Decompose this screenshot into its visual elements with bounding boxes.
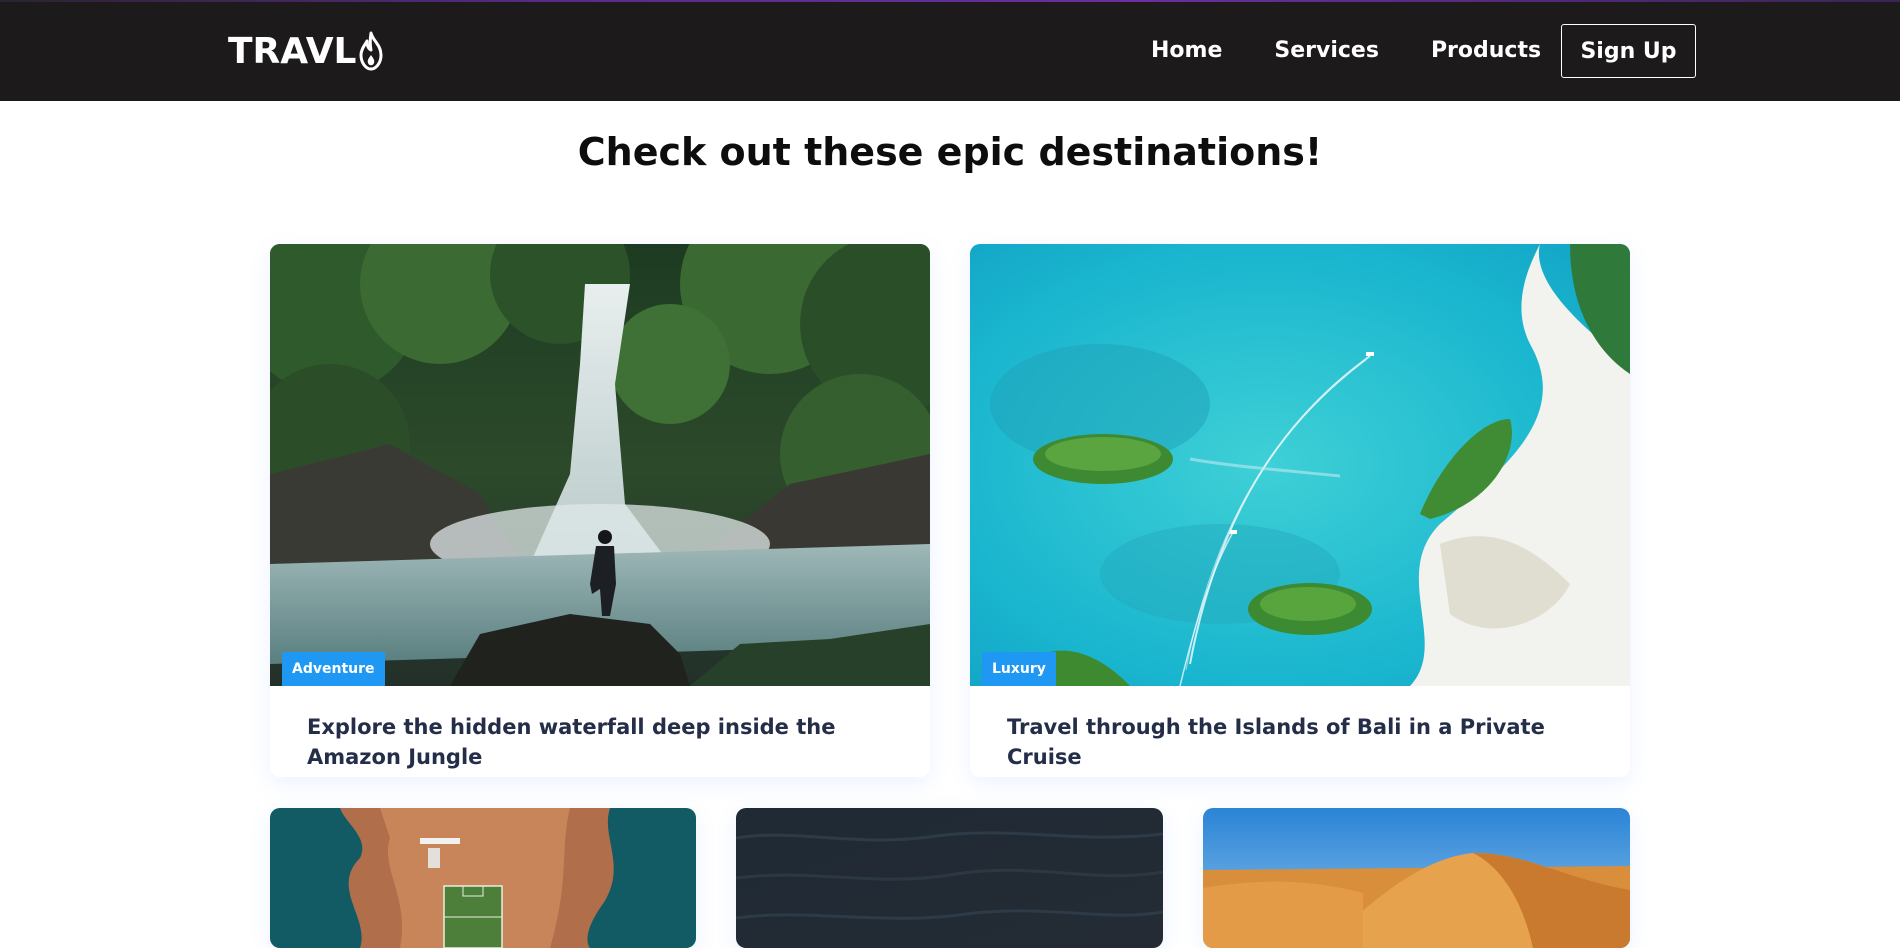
destination-card-coast[interactable] (270, 808, 696, 948)
nav-products-link[interactable]: Products (1431, 36, 1541, 66)
logo[interactable]: TRAVL (228, 30, 383, 72)
logo-text: TRAVL (228, 30, 357, 72)
desert-dunes-image (1203, 808, 1630, 948)
card-description: Explore the hidden waterfall deep inside… (307, 715, 836, 769)
nav-links: Home Services Products (1151, 36, 1593, 66)
destination-card-islands[interactable]: Luxury Travel through the Islands of Bal… (970, 244, 1630, 777)
navbar-accent-line (0, 0, 1900, 2)
category-tag: Luxury (982, 652, 1056, 686)
islands-aerial-image: Luxury (970, 244, 1630, 686)
nav-home-link[interactable]: Home (1151, 36, 1222, 66)
card-description: Travel through the Islands of Bali in a … (1007, 715, 1545, 769)
dark-ocean-image (736, 808, 1163, 948)
destination-card-waterfall[interactable]: Adventure Explore the hidden waterfall d… (270, 244, 930, 777)
nav-services-link[interactable]: Services (1274, 36, 1379, 66)
page-title: Check out these epic destinations! (577, 130, 1323, 174)
signup-button[interactable]: Sign Up (1561, 24, 1696, 78)
destination-card-desert[interactable] (1203, 808, 1630, 948)
navbar: TRAVL Home Services Products Sign Up (0, 0, 1900, 101)
category-tag: Adventure (282, 652, 385, 686)
coastal-football-pitch-image (270, 808, 696, 948)
flame-icon (359, 31, 382, 71)
destination-card-ocean[interactable] (736, 808, 1163, 948)
waterfall-image: Adventure (270, 244, 930, 686)
